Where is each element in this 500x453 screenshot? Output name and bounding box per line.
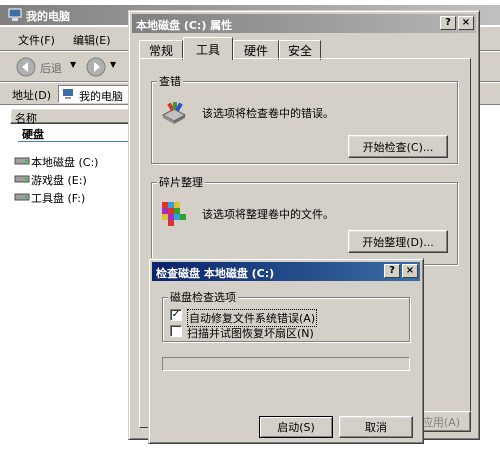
check-disk-title-bar[interactable]: 检查磁盘 本地磁盘 (C:) ? × xyxy=(152,262,420,281)
hard-drive-icon xyxy=(14,191,30,205)
checkmark-icon: ✓ xyxy=(171,309,181,320)
start-defrag-button[interactable]: 开始整理(D)... xyxy=(348,230,448,253)
close-button[interactable]: × xyxy=(402,264,418,278)
error-check-title: 查错 xyxy=(157,73,183,89)
start-button[interactable]: 启动(S) xyxy=(259,416,333,438)
drive-label-c: 本地磁盘 (C:) xyxy=(31,156,99,169)
back-dropdown-icon[interactable]: ▼ xyxy=(70,60,76,69)
start-check-button[interactable]: 开始检查(C)... xyxy=(348,135,448,158)
drive-item-c[interactable]: 本地磁盘 (C:) xyxy=(12,153,130,169)
address-label: 地址(D) xyxy=(12,89,52,102)
help-button[interactable]: ? xyxy=(440,16,456,30)
column-name-label: 名称 xyxy=(15,112,37,125)
hard-drive-icon xyxy=(14,173,30,187)
help-button[interactable]: ? xyxy=(384,264,400,278)
close-button[interactable]: × xyxy=(458,16,474,30)
cancel-button[interactable]: 取消 xyxy=(339,416,413,438)
scan-recover-checkbox[interactable] xyxy=(170,325,182,337)
back-arrow-icon[interactable] xyxy=(16,57,36,80)
forward-arrow-icon[interactable] xyxy=(86,57,106,80)
tab-tools[interactable]: 工具 xyxy=(183,37,233,60)
defrag-icon xyxy=(160,200,188,233)
computer-icon xyxy=(8,8,22,25)
defrag-description: 该选项将整理卷中的文件。 xyxy=(202,208,334,221)
properties-title-bar[interactable]: 本地磁盘 (C:) 属性 ? × xyxy=(132,14,476,33)
auto-fix-checkbox[interactable]: ✓ xyxy=(170,309,182,321)
drive-label-e: 游戏盘 (E:) xyxy=(31,174,87,187)
menu-file[interactable]: 文件(F) xyxy=(18,32,55,48)
menu-edit[interactable]: 编辑(E) xyxy=(73,32,111,48)
group-divider xyxy=(18,141,130,142)
computer-icon xyxy=(62,88,74,103)
back-button-label[interactable]: 后退 xyxy=(40,60,62,76)
drive-item-f[interactable]: 工具盘 (F:) xyxy=(12,189,130,205)
address-value: 我的电脑 xyxy=(79,90,123,103)
group-harddisk-label: 硬盘 xyxy=(22,128,44,141)
column-header-name[interactable]: 名称 xyxy=(10,108,130,125)
check-progress-bar xyxy=(162,357,410,371)
scan-recover-label[interactable]: 扫描并试图恢复坏扇区(N) xyxy=(187,325,314,341)
check-disk-icon xyxy=(160,99,188,130)
address-input[interactable]: 我的电脑 xyxy=(58,85,130,103)
explorer-title-text: 我的电脑 xyxy=(26,10,70,23)
tab-general[interactable]: 常规 xyxy=(139,40,183,60)
error-check-description: 该选项将检查卷中的错误。 xyxy=(202,107,334,120)
properties-title-text: 本地磁盘 (C:) 属性 xyxy=(136,19,233,32)
forward-dropdown-icon[interactable]: ▼ xyxy=(110,60,116,69)
hard-drive-icon xyxy=(14,155,30,169)
tab-security[interactable]: 安全 xyxy=(279,40,321,60)
disk-check-options-title: 磁盘检查选项 xyxy=(168,289,238,305)
defrag-title: 碎片整理 xyxy=(157,174,205,190)
check-disk-dialog: 检查磁盘 本地磁盘 (C:) ? × 磁盘检查选项 ✓ 自动修复文件系统错误(A… xyxy=(148,258,424,444)
drive-item-e[interactable]: 游戏盘 (E:) xyxy=(12,171,130,187)
check-disk-title-text: 检查磁盘 本地磁盘 (C:) xyxy=(156,267,275,280)
drive-label-f: 工具盘 (F:) xyxy=(31,192,86,205)
tab-hardware[interactable]: 硬件 xyxy=(233,40,279,60)
